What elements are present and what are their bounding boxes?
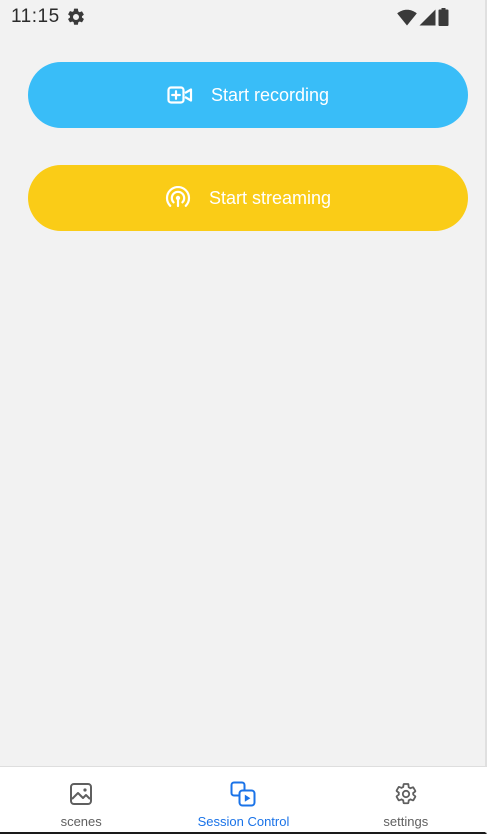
status-bar: 11:15 xyxy=(0,0,487,34)
broadcast-icon xyxy=(165,185,191,211)
session-control-icon xyxy=(230,781,256,807)
video-add-icon xyxy=(167,82,193,108)
status-time: 11:15 xyxy=(11,6,60,27)
image-icon xyxy=(68,781,94,807)
nav-label-scenes: scenes xyxy=(60,814,102,829)
app-screen: 11:15 Start recording Start streaming sc… xyxy=(0,0,487,834)
gear-icon xyxy=(393,781,419,807)
start-recording-button[interactable]: Start recording xyxy=(28,62,468,128)
nav-label-settings: settings xyxy=(383,814,429,829)
nav-label-session-control: Session Control xyxy=(197,814,290,829)
battery-icon xyxy=(438,8,449,26)
wifi-icon xyxy=(397,9,417,26)
start-streaming-label: Start streaming xyxy=(208,187,332,208)
nav-item-settings[interactable]: settings xyxy=(325,767,487,832)
bottom-navigation: scenes Session Control settings xyxy=(0,766,487,832)
nav-item-session-control[interactable]: Session Control xyxy=(162,767,324,832)
signal-icon xyxy=(419,9,436,26)
status-icons xyxy=(397,8,449,26)
nav-item-scenes[interactable]: scenes xyxy=(0,767,162,832)
start-recording-label: Start recording xyxy=(210,84,330,105)
status-settings-gear-icon xyxy=(66,7,86,27)
start-streaming-button[interactable]: Start streaming xyxy=(28,165,468,231)
